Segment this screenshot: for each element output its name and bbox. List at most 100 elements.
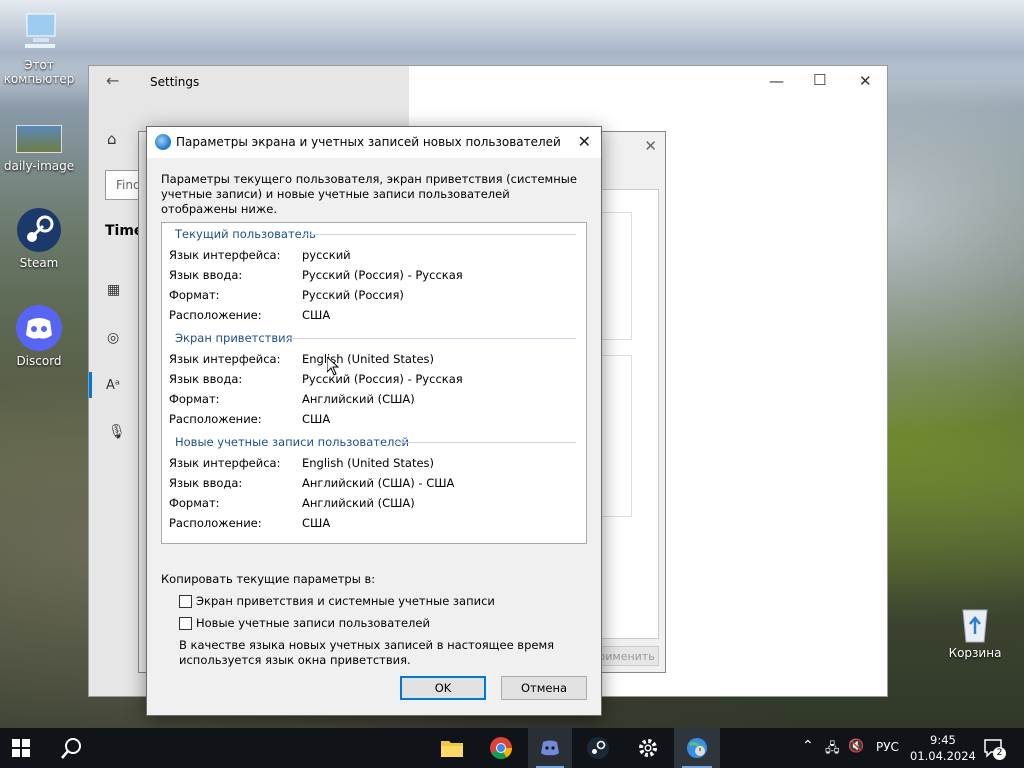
clock-time: 9:45 — [930, 733, 956, 747]
globe-icon — [155, 134, 171, 150]
desktop-icon-label: daily-image — [3, 159, 75, 173]
discord-icon — [541, 740, 559, 756]
row-value: Английский (США) - США — [302, 476, 455, 490]
row-value: English (United States) — [302, 352, 435, 366]
copy-settings-label: Копировать текущие параметры в: — [161, 572, 376, 586]
recycle-bin-icon — [955, 604, 995, 644]
settings-row: Расположение: США — [169, 308, 330, 322]
row-key: Язык ввода: — [169, 476, 243, 490]
discord-icon — [15, 304, 63, 352]
close-icon[interactable]: ✕ — [644, 137, 657, 155]
row-value: русский — [302, 248, 351, 262]
maximize-icon[interactable]: ☐ — [813, 71, 826, 89]
desktop-icon-this-pc[interactable]: Этот компьютер — [3, 8, 75, 86]
chevron-up-icon[interactable]: ⌃ — [802, 738, 814, 754]
desktop-icon-label: Этот компьютер — [3, 58, 75, 86]
settings-row: Формат: Английский (США) — [169, 392, 415, 406]
taskbar: ⌃ 🖧 🔇 РУС 9:45 01.04.2024 2 — [0, 728, 1024, 768]
discord-taskbar-button[interactable] — [528, 728, 572, 768]
settings-row: Язык интерфейса: English (United States) — [169, 456, 434, 470]
search-icon[interactable] — [60, 736, 84, 760]
checkbox-label: Экран приветствия и системные учетные за… — [196, 594, 495, 608]
notification-count-badge: 2 — [993, 747, 1006, 760]
minimize-icon[interactable]: — — [769, 72, 784, 90]
row-key: Расположение: — [169, 308, 262, 322]
row-value: Английский (США) — [302, 496, 415, 510]
region-settings-taskbar-button[interactable] — [674, 728, 720, 768]
settings-row: Формат: Английский (США) — [169, 496, 415, 510]
checkbox-welcome-screen[interactable]: Экран приветствия и системные учетные за… — [179, 594, 495, 608]
row-value: США — [302, 516, 331, 530]
settings-window-title: Settings — [150, 75, 200, 89]
network-icon[interactable]: 🖧 — [825, 739, 840, 761]
user-accounts-settings-dialog: Параметры экрана и учетных записей новых… — [146, 126, 602, 716]
desktop-icon-label: Steam — [19, 256, 59, 270]
settings-row: Язык интерфейса: русский — [169, 248, 351, 262]
microphone-icon[interactable]: 🎙 — [108, 424, 126, 440]
row-key: Язык интерфейса: — [169, 352, 281, 366]
group-heading-new-accounts: Новые учетные записи пользователей — [175, 435, 409, 449]
language-icon[interactable]: Aᵃ — [106, 378, 120, 393]
back-arrow-icon[interactable]: ← — [106, 71, 119, 90]
row-value: Русский (Россия) - Русская — [302, 268, 463, 282]
dialog-description: Параметры текущего пользователя, экран п… — [161, 172, 577, 216]
desktop-icon-discord[interactable]: Discord — [3, 304, 75, 368]
dialog-titlebar: Параметры экрана и учетных записей новых… — [147, 127, 601, 158]
group-divider — [286, 338, 576, 339]
close-icon[interactable]: ✕ — [859, 72, 872, 90]
settings-row: Формат: Русский (Россия) — [169, 288, 404, 302]
desktop-icon-steam[interactable]: Steam — [3, 206, 75, 270]
settings-gear-icon[interactable] — [636, 736, 660, 760]
windows-start-icon[interactable] — [12, 739, 30, 757]
group-heading-welcome-screen: Экран приветствия — [175, 331, 293, 345]
row-value: Русский (Россия) — [302, 288, 404, 302]
checkbox-new-accounts[interactable]: Новые учетные записи пользователей — [179, 616, 430, 630]
new-accounts-note: В качестве языка новых учетных записей в… — [179, 638, 555, 667]
checkbox-box[interactable] — [179, 594, 192, 608]
ok-button[interactable]: OK — [400, 676, 486, 700]
row-key: Расположение: — [169, 412, 262, 426]
notifications-button[interactable]: 2 — [983, 737, 1006, 760]
row-key: Язык интерфейса: — [169, 248, 281, 262]
group-divider — [304, 234, 576, 235]
desktop-icon-label: Discord — [16, 354, 62, 368]
row-key: Язык интерфейса: — [169, 456, 281, 470]
settings-row: Язык интерфейса: English (United States) — [169, 352, 434, 366]
checkbox-label: Новые учетные записи пользователей — [196, 616, 430, 630]
clock[interactable]: 9:45 01.04.2024 — [910, 732, 976, 764]
checkbox-box[interactable] — [179, 616, 192, 630]
settings-row: Расположение: США — [169, 412, 330, 426]
row-key: Язык ввода: — [169, 372, 243, 386]
settings-row: Расположение: США — [169, 516, 330, 530]
globe-icon[interactable]: ◎ — [107, 330, 119, 346]
nav-selection-indicator — [89, 372, 92, 398]
row-value: США — [302, 412, 331, 426]
steam-icon[interactable] — [586, 736, 610, 760]
row-key: Формат: — [169, 392, 220, 406]
row-key: Формат: — [169, 288, 220, 302]
settings-row: Язык ввода: Русский (Россия) - Русская — [169, 372, 463, 386]
home-icon[interactable]: ⌂ — [107, 130, 117, 148]
row-key: Расположение: — [169, 516, 262, 530]
close-icon[interactable]: ✕ — [578, 132, 591, 151]
steam-icon — [15, 206, 63, 254]
settings-row: Язык ввода: Английский (США) - США — [169, 476, 454, 490]
file-explorer-icon[interactable] — [440, 738, 464, 758]
mouse-cursor-icon — [327, 357, 339, 376]
row-value: Английский (США) — [302, 392, 415, 406]
computer-icon — [15, 8, 63, 56]
desktop-icon-recycle-bin[interactable]: Корзина — [939, 604, 1011, 660]
group-divider — [394, 442, 576, 443]
cancel-button[interactable]: Отмена — [501, 676, 587, 700]
group-heading-current-user: Текущий пользователь — [175, 227, 316, 241]
search-placeholder: Find — [116, 178, 141, 192]
chrome-icon[interactable] — [489, 736, 513, 760]
desktop-icon-daily-image[interactable]: daily-image — [3, 125, 75, 173]
volume-muted-icon[interactable]: 🔇 — [848, 739, 864, 754]
row-key: Формат: — [169, 496, 220, 510]
dialog-title: Параметры экрана и учетных записей новых… — [176, 135, 561, 149]
row-value: США — [302, 308, 331, 322]
input-language-indicator[interactable]: РУС — [876, 740, 899, 754]
calendar-icon[interactable]: ▦ — [107, 282, 120, 298]
desktop-icon-label: Корзина — [948, 646, 1002, 660]
